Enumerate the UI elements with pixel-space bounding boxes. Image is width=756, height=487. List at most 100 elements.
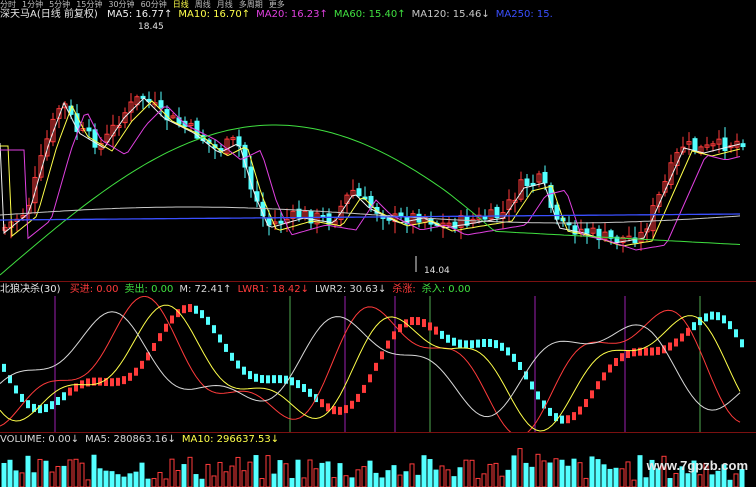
volume-bar	[55, 465, 61, 487]
volume-bar	[457, 467, 463, 487]
indicator-bar	[422, 319, 426, 328]
indicator-title[interactable]: 北狼决杀(30)	[0, 284, 61, 296]
indicator-bar	[194, 305, 198, 314]
indicator-bar	[722, 315, 726, 324]
volume-bar	[625, 461, 631, 487]
volume-bar	[319, 462, 325, 487]
volume-bar	[595, 459, 601, 487]
indicator-bar	[164, 323, 168, 332]
volume-bar	[541, 460, 547, 487]
indicator-chart[interactable]	[0, 296, 756, 432]
volume-bar	[553, 458, 559, 487]
volume-chart[interactable]	[0, 447, 756, 487]
indicator-value-4: LWR2: 30.63↓	[314, 284, 387, 295]
indicator-bar	[440, 330, 444, 339]
indicator-bar	[134, 367, 138, 376]
indicator-bar	[692, 322, 696, 331]
volume-bar	[25, 455, 31, 487]
ma10-line	[0, 100, 741, 247]
candle	[740, 139, 746, 151]
volume-bar	[523, 462, 529, 487]
candle	[722, 127, 728, 160]
indicator-bar	[620, 353, 624, 362]
volume-bar	[571, 458, 577, 487]
indicator-bar	[374, 362, 378, 371]
volume-bar	[673, 472, 679, 487]
volume-bar	[49, 471, 55, 487]
volume-bar	[439, 465, 445, 487]
volume-bar	[601, 464, 607, 487]
indicator-bar	[626, 350, 630, 359]
price-high-label: 18.45	[138, 22, 164, 32]
indicator-bar	[386, 340, 390, 349]
volume-bar	[163, 478, 169, 487]
volume-bar	[583, 477, 589, 487]
volume-bar	[529, 466, 535, 487]
indicator-bar	[710, 311, 714, 320]
indicator-bar	[302, 384, 306, 393]
volume-bar	[13, 470, 19, 487]
candle	[626, 226, 632, 242]
indicator-value-0: 买进: 0.00	[69, 284, 119, 295]
indicator-bar	[734, 329, 738, 338]
volume-bar	[349, 477, 355, 487]
indicator-bar	[596, 381, 600, 390]
price-chart[interactable]	[0, 20, 756, 288]
volume-bar	[259, 478, 265, 487]
indicator-bar	[362, 384, 366, 393]
indicator-bar	[44, 404, 48, 413]
volume-bar	[667, 478, 673, 487]
indicator-bar	[530, 381, 534, 390]
m-line	[0, 311, 741, 418]
candle	[398, 207, 404, 220]
volume-bar	[391, 465, 397, 487]
volume-bar	[97, 468, 103, 487]
indicator-values: 买进: 0.00 卖出: 0.00 M: 72.41↑ LWR1: 18.42↓ LWR…	[70, 284, 477, 295]
volume-bar	[265, 455, 271, 487]
ma5-line	[0, 97, 741, 244]
volume-bar	[715, 470, 721, 487]
volume-bar	[127, 473, 133, 487]
indicator-bar	[320, 399, 324, 408]
indicator-bar	[188, 304, 192, 313]
volume-bar	[451, 476, 457, 487]
indicator-bar	[224, 343, 228, 352]
volume-bar	[373, 472, 379, 487]
volume-bar	[367, 460, 373, 487]
volume-bar	[643, 477, 649, 487]
indicator-bar	[110, 378, 114, 387]
indicator-bar	[488, 338, 492, 347]
candle	[158, 91, 164, 117]
volume-bar	[205, 463, 211, 487]
indicator-bar	[542, 400, 546, 409]
candle	[686, 132, 692, 155]
volume-bar	[535, 453, 541, 487]
indicator-bar	[680, 333, 684, 342]
volume-bar	[91, 454, 97, 487]
indicator-bar	[230, 352, 234, 361]
indicator-bar	[20, 393, 24, 402]
candle	[356, 182, 362, 198]
indicator-bar	[170, 315, 174, 324]
candle	[668, 154, 674, 189]
volume-bar	[469, 459, 475, 487]
candle	[188, 119, 194, 131]
indicator-bar	[608, 364, 612, 373]
indicator-bar	[716, 312, 720, 321]
indicator-bar	[356, 393, 360, 402]
volume-bar	[193, 474, 199, 487]
indicator-bar	[512, 353, 516, 362]
indicator-bar	[338, 406, 342, 415]
indicator-bar	[236, 360, 240, 369]
volume-bar	[115, 474, 121, 487]
volume-bar	[187, 456, 193, 487]
volume-bar	[409, 463, 415, 487]
candle	[506, 189, 512, 222]
indicator-bar	[704, 313, 708, 322]
indicator-bar	[590, 390, 594, 399]
price-low-label: 14.04	[424, 266, 450, 276]
candle	[524, 174, 530, 198]
indicator-bar	[572, 412, 576, 421]
indicator-bar	[272, 375, 276, 384]
indicator-bar	[260, 375, 264, 384]
